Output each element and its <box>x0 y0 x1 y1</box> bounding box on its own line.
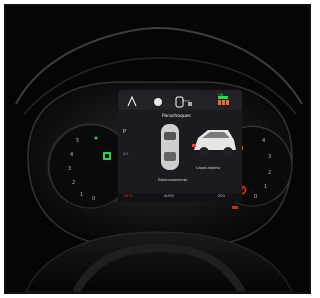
left-dial-tick: 5 <box>76 138 80 144</box>
right-dial-tick: 3 <box>268 154 272 160</box>
parking-label: Estacionamiento <box>158 178 188 182</box>
odometer-readout: AUTO <box>164 194 174 198</box>
left-dial-tick: 3 <box>68 166 72 172</box>
car-topview-icon <box>161 124 179 170</box>
right-dial-tick: 2 <box>268 170 272 176</box>
left-dial-tick: 4 <box>70 152 74 158</box>
range-readout: 0km <box>182 99 190 103</box>
gear-indicator: P <box>123 129 127 135</box>
code-readout: Z03 <box>218 194 225 198</box>
center-display: ON 0km Parachoques P 4.2 Estacionamiento… <box>118 90 242 202</box>
photo-frame: 5 4 3 2 1 0 4 3 2 1 0 ON 0km Parachoques… <box>4 4 311 294</box>
page-title: Parachoques <box>162 114 191 119</box>
trunk-label: Capot abierto <box>196 166 220 170</box>
suv-icon <box>192 130 236 157</box>
trip-value: 4.2 <box>123 152 129 156</box>
power-badge: ON <box>218 93 224 97</box>
temperature-readout: 25°C <box>124 194 133 198</box>
left-dial-tick: 1 <box>80 192 84 198</box>
left-dial-tick: 2 <box>72 180 76 186</box>
right-dial-tick: 4 <box>262 138 266 144</box>
left-dial-tick: 0 <box>92 196 96 202</box>
right-dial-tick: 1 <box>264 184 268 190</box>
seatbelt-icon <box>103 152 111 160</box>
right-dial-tick: 0 <box>254 194 258 200</box>
